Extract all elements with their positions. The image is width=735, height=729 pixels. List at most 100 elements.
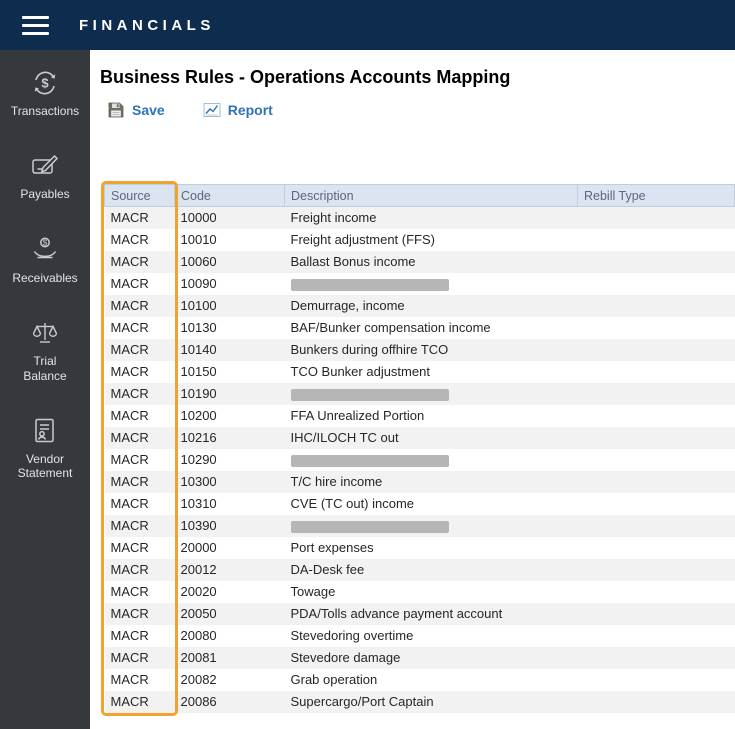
table-row[interactable]: MACR 10100 Demurrage, income (104, 294, 735, 317)
table-row[interactable]: MACR 10140 Bunkers during offhire TCO (104, 338, 735, 361)
cell-rebill-type (578, 229, 735, 251)
table-row[interactable]: MACR 20012 DA-Desk fee (104, 558, 735, 581)
cell-code: 10310 (180, 496, 217, 511)
cell-description: CVE (TC out) income (290, 496, 415, 511)
cell-source: MACR (110, 430, 149, 445)
sidebar-item-vendor-statement[interactable]: Vendor Statement (17, 416, 73, 481)
redacted-description (290, 388, 449, 401)
cell-code: 20081 (180, 650, 217, 665)
table-row[interactable]: MACR 20080 Stevedoring overtime (104, 624, 735, 647)
trial-balance-icon (32, 323, 58, 343)
app-title: FINANCIALS (79, 16, 215, 34)
hamburger-menu-icon[interactable] (22, 15, 49, 35)
cell-rebill-type (578, 273, 735, 295)
table-row[interactable]: MACR 10300 T/C hire income (104, 470, 735, 493)
cell-code: 10300 (180, 474, 217, 489)
cell-description: Stevedoring overtime (290, 628, 414, 643)
payables-icon (32, 155, 59, 175)
sidebar-item-receivables[interactable]: $ Receivables (12, 235, 78, 285)
table-row[interactable]: MACR 10190 (104, 382, 735, 405)
table-row[interactable]: MACR 10310 CVE (TC out) income (104, 492, 735, 515)
cell-source: MACR (110, 276, 149, 291)
cell-rebill-type (578, 691, 735, 713)
table-row[interactable]: MACR 10150 TCO Bunker adjustment (104, 360, 735, 383)
save-icon (108, 102, 124, 118)
save-button[interactable]: Save (107, 101, 165, 119)
sidebar-item-label: Payables (20, 187, 70, 202)
table-row[interactable]: MACR 20081 Stevedore damage (104, 646, 735, 669)
table-body: MACR 10000 Freight income MACR 10010 Fre… (104, 206, 735, 713)
table-row[interactable]: MACR 10200 FFA Unrealized Portion (104, 404, 735, 427)
cell-source: MACR (110, 540, 149, 555)
cell-code: 20082 (180, 672, 217, 687)
sidebar-item-label: Vendor Statement (17, 451, 73, 481)
cell-rebill-type (578, 361, 735, 383)
cell-source: MACR (110, 672, 149, 687)
table-row[interactable]: MACR 10000 Freight income (104, 206, 735, 229)
cell-source: MACR (110, 254, 149, 269)
cell-source: MACR (110, 298, 149, 313)
cell-description: Port expenses (290, 540, 374, 555)
sidebar-item-label: Receivables (12, 270, 78, 285)
cell-description: Stevedore damage (290, 650, 401, 665)
sidebar-item-transactions[interactable]: $ Transactions (11, 68, 79, 118)
cell-description: T/C hire income (290, 474, 383, 489)
table-row[interactable]: MACR 10060 Ballast Bonus income (104, 250, 735, 273)
report-button[interactable]: Report (203, 101, 273, 119)
table-row[interactable]: MACR 10010 Freight adjustment (FFS) (104, 228, 735, 251)
column-header-code[interactable]: Code (174, 184, 285, 207)
table-row[interactable]: MACR 20000 Port expenses (104, 536, 735, 559)
cell-rebill-type (578, 625, 735, 647)
column-header-description[interactable]: Description (284, 184, 578, 207)
sidebar: $ Transactions Payables $ Receivables Tr… (0, 50, 90, 729)
cell-code: 20012 (180, 562, 217, 577)
cell-code: 10130 (180, 320, 217, 335)
svg-text:$: $ (41, 76, 49, 91)
report-button-label: Report (227, 102, 273, 118)
sidebar-item-trial-balance[interactable]: Trial Balance (23, 318, 67, 383)
cell-code: 20050 (180, 606, 217, 621)
table-row[interactable]: MACR 10390 (104, 514, 735, 537)
cell-source: MACR (110, 694, 149, 709)
cell-source: MACR (110, 628, 149, 643)
table-row[interactable]: MACR 20050 PDA/Tolls advance payment acc… (104, 602, 735, 625)
cell-code: 10060 (180, 254, 217, 269)
cell-code: 20086 (180, 694, 217, 709)
table-row[interactable]: MACR 10090 (104, 272, 735, 295)
cell-rebill-type (578, 581, 735, 603)
cell-rebill-type (578, 427, 735, 449)
svg-text:$: $ (43, 238, 48, 247)
sidebar-item-payables[interactable]: Payables (20, 151, 70, 202)
table-row[interactable]: MACR 20082 Grab operation (104, 668, 735, 691)
cell-rebill-type (578, 295, 735, 317)
top-bar: FINANCIALS (0, 0, 735, 50)
cell-code: 20000 (180, 540, 217, 555)
redacted-description (290, 454, 449, 467)
cell-code: 10090 (180, 276, 217, 291)
table-row[interactable]: MACR 20086 Supercargo/Port Captain (104, 690, 735, 713)
sidebar-item-label: Trial Balance (23, 354, 67, 383)
cell-description: Freight adjustment (FFS) (290, 232, 436, 247)
cell-description (285, 449, 578, 471)
cell-rebill-type (578, 471, 735, 493)
cell-description (285, 383, 578, 405)
cell-source: MACR (110, 562, 149, 577)
cell-rebill-type (578, 207, 735, 229)
cell-source: MACR (110, 584, 149, 599)
column-header-source[interactable]: Source (104, 184, 175, 207)
toolbar: Save Report (107, 100, 735, 120)
cell-code: 10140 (180, 342, 217, 357)
cell-description: BAF/Bunker compensation income (290, 320, 491, 335)
cell-description: PDA/Tolls advance payment account (290, 606, 503, 621)
table-row[interactable]: MACR 10216 IHC/ILOCH TC out (104, 426, 735, 449)
table-row[interactable]: MACR 10290 (104, 448, 735, 471)
cell-description: IHC/ILOCH TC out (290, 430, 399, 445)
cell-rebill-type (578, 339, 735, 361)
table-row[interactable]: MACR 10130 BAF/Bunker compensation incom… (104, 316, 735, 339)
redacted-description (290, 278, 449, 291)
cell-rebill-type (578, 383, 735, 405)
cell-description: Towage (290, 584, 336, 599)
cell-description: Ballast Bonus income (290, 254, 416, 269)
table-row[interactable]: MACR 20020 Towage (104, 580, 735, 603)
column-header-rebill-type[interactable]: Rebill Type (577, 184, 735, 207)
